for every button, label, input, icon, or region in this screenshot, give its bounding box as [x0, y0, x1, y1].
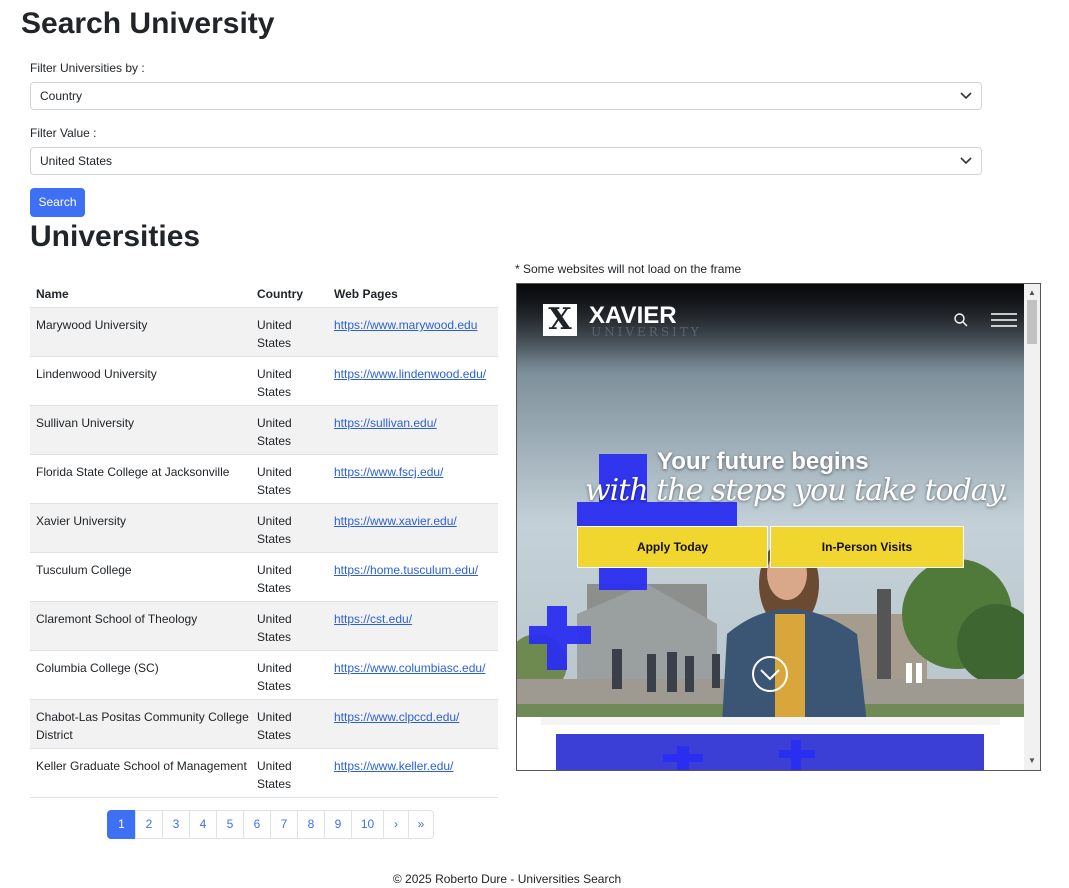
filter-by-value: Country [40, 89, 83, 103]
university-name: Florida State College at Jacksonville [36, 465, 230, 479]
university-web-cell: https://www.fscj.edu/ [334, 463, 498, 481]
university-website-link[interactable]: https://www.keller.edu/ [334, 759, 453, 773]
university-country: United States [257, 465, 292, 497]
university-country: United States [257, 514, 292, 546]
filter-value-select[interactable]: United States [30, 147, 982, 175]
column-header-name: Name [36, 287, 69, 301]
footer-text: © 2025 Roberto Dure - Universities Searc… [392, 872, 622, 886]
university-name: Lindenwood University [36, 367, 157, 381]
universities-table: Name Country Web Pages Marywood Universi… [30, 280, 498, 798]
table-row: Claremont School of Theology United State… [30, 602, 498, 651]
page-10-button[interactable]: 10 [351, 810, 384, 839]
university-name: Chabot-Las Positas Community College Dis… [36, 710, 249, 742]
pagination: 1 2 3 4 5 6 7 8 9 10 ›» [107, 810, 434, 839]
preview-page: X XAVIER UNIVERSITY Your future begins w… [517, 284, 1024, 770]
university-website-link[interactable]: https://www.fscj.edu/ [334, 465, 443, 479]
table-row: Marywood University United States https://… [30, 308, 498, 357]
university-web-cell: https://www.lindenwood.edu/ [334, 365, 498, 383]
university-web-cell: https://cst.edu/ [334, 610, 498, 628]
table-row: Columbia College (SC) United States https:… [30, 651, 498, 700]
university-website-link[interactable]: https://www.marywood.edu [334, 318, 477, 332]
universities-heading: Universities [30, 220, 201, 253]
page-title: Search University [21, 7, 275, 40]
hero-tagline: with the steps you take today. [585, 473, 1009, 508]
university-website-link[interactable]: https://sullivan.edu/ [334, 416, 437, 430]
scroll-down-arrow-icon[interactable]: ▼ [1028, 756, 1036, 766]
menu-icon[interactable] [991, 313, 1017, 327]
university-country: United States [257, 367, 292, 399]
university-name: Marywood University [36, 318, 148, 332]
frame-note: * Some websites will not load on the fra… [515, 262, 742, 276]
scroll-thumb[interactable] [1027, 300, 1037, 344]
university-website-link[interactable]: https://www.xavier.edu/ [334, 514, 457, 528]
university-web-cell: https://www.clpccd.edu/ [334, 708, 498, 726]
page-1-button[interactable]: 1 [107, 810, 136, 839]
university-name: Xavier University [36, 514, 127, 528]
website-preview-frame[interactable]: X XAVIER UNIVERSITY Your future begins w… [516, 283, 1041, 771]
table-header: Name Country Web Pages [30, 280, 498, 308]
table-row: Florida State College at Jacksonville Uni… [30, 455, 498, 504]
page-9-button[interactable]: 9 [324, 810, 352, 839]
last-page-button[interactable]: » [408, 810, 434, 839]
in-person-visits-button[interactable]: In-Person Visits [770, 526, 964, 568]
chevron-down-icon [960, 157, 972, 165]
logo-subtitle: UNIVERSITY [591, 325, 702, 339]
university-web-cell: https://www.columbiasc.edu/ [334, 659, 498, 677]
logo-mark: X [543, 304, 577, 336]
university-web-cell: https://www.xavier.edu/ [334, 512, 498, 530]
search-button[interactable]: Search [30, 188, 85, 217]
apply-today-button[interactable]: Apply Today [577, 526, 768, 568]
university-country: United States [257, 416, 292, 448]
university-website-link[interactable]: https://www.columbiasc.edu/ [334, 661, 485, 675]
page-2-button[interactable]: 2 [135, 810, 163, 839]
frame-scrollbar[interactable]: ▲ ▼ [1024, 284, 1040, 770]
page-3-button[interactable]: 3 [162, 810, 190, 839]
page-6-button[interactable]: 6 [243, 810, 271, 839]
university-website-link[interactable]: https://cst.edu/ [334, 612, 412, 626]
filter-by-select[interactable]: Country [30, 82, 982, 110]
university-country: United States [257, 563, 292, 595]
university-country: United States [257, 710, 292, 742]
university-name: Columbia College (SC) [36, 661, 159, 675]
table-body: Marywood University United States https://… [30, 308, 498, 798]
table-row: Sullivan University United States https://… [30, 406, 498, 455]
filter-value-label: Filter Value : [30, 126, 97, 140]
university-country: United States [257, 612, 292, 644]
page-8-button[interactable]: 8 [297, 810, 325, 839]
university-name: Keller Graduate School of Management [36, 759, 247, 773]
university-name: Sullivan University [36, 416, 135, 430]
page-5-button[interactable]: 5 [216, 810, 244, 839]
page-7-button[interactable]: 7 [270, 810, 298, 839]
university-website-link[interactable]: https://www.lindenwood.edu/ [334, 367, 486, 381]
scroll-up-arrow-icon[interactable]: ▲ [1028, 288, 1036, 298]
university-web-cell: https://www.keller.edu/ [334, 757, 498, 775]
next-page-button[interactable]: › [383, 810, 409, 839]
university-web-cell: https://home.tusculum.edu/ [334, 561, 498, 579]
column-header-web-pages: Web Pages [334, 287, 398, 301]
table-row: Keller Graduate School of Management Unit… [30, 749, 498, 798]
filter-by-label: Filter Universities by : [30, 61, 145, 75]
university-web-cell: https://sullivan.edu/ [334, 414, 498, 432]
filter-value-value: United States [40, 154, 113, 168]
table-row: Xavier University United States https://ww… [30, 504, 498, 553]
university-web-cell: https://www.marywood.edu [334, 316, 498, 334]
university-name: Tusculum College [36, 563, 132, 577]
column-header-country: Country [257, 287, 303, 301]
table-row: Tusculum College United States https://hom… [30, 553, 498, 602]
search-icon[interactable] [954, 313, 968, 327]
table-row: Lindenwood University United States https:… [30, 357, 498, 406]
university-country: United States [257, 318, 292, 350]
table-row: Chabot-Las Positas Community College Dis… [30, 700, 498, 749]
chevron-down-icon [960, 92, 972, 100]
university-website-link[interactable]: https://www.clpccd.edu/ [334, 710, 459, 724]
page-4-button[interactable]: 4 [189, 810, 217, 839]
university-website-link[interactable]: https://home.tusculum.edu/ [334, 563, 478, 577]
university-country: United States [257, 759, 292, 791]
hero-headline: Your future begins [657, 448, 869, 475]
university-name: Claremont School of Theology [36, 612, 198, 626]
university-country: United States [257, 661, 292, 693]
